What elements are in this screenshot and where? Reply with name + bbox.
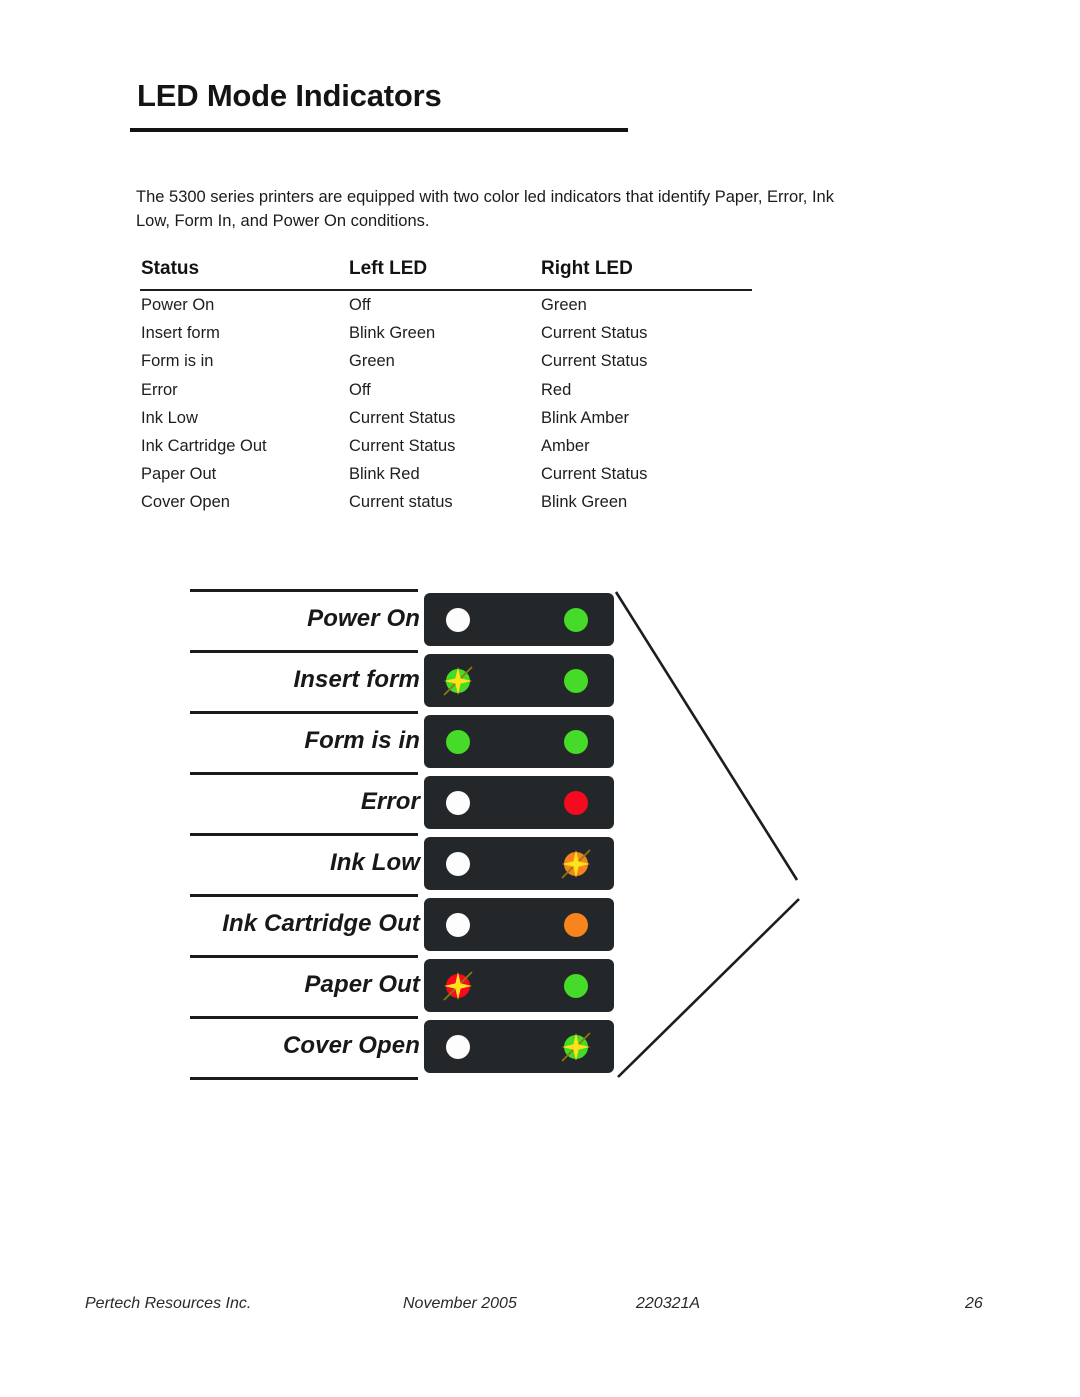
diagram-row: Power On bbox=[190, 589, 614, 650]
footer-company: Pertech Resources Inc. bbox=[85, 1295, 252, 1312]
diagram-row-label: Power On bbox=[307, 605, 420, 632]
callout-line-lower bbox=[617, 898, 800, 1078]
diagram-row: Paper Out bbox=[190, 955, 614, 1016]
footer-doc-number: 220321A bbox=[636, 1295, 701, 1312]
footer-page-number: 26 bbox=[965, 1295, 983, 1312]
diagram-row: Insert form bbox=[190, 650, 614, 711]
led-mode-diagram: Power On Insert form Form is in Error Ink Lo… bbox=[0, 0, 1080, 1397]
left-led-indicator bbox=[446, 608, 470, 632]
left-led-indicator bbox=[446, 1035, 470, 1059]
diagram-row-label: Ink Cartridge Out bbox=[222, 910, 420, 937]
led-panel bbox=[424, 654, 614, 707]
document-page: LED Mode Indicators The 5300 series prin… bbox=[0, 0, 1080, 1397]
callout-line-upper bbox=[614, 591, 799, 881]
diagram-row-label: Form is in bbox=[304, 727, 420, 754]
diagram-row-rule bbox=[190, 1016, 418, 1019]
diagram-row-rule bbox=[190, 833, 418, 836]
right-led-indicator bbox=[561, 1032, 591, 1062]
diagram-row-rule bbox=[190, 955, 418, 958]
page-footer: Pertech Resources Inc. November 2005 220… bbox=[85, 1295, 1005, 1317]
led-panel bbox=[424, 837, 614, 890]
diagram-row: Ink Low bbox=[190, 833, 614, 894]
right-led-indicator bbox=[561, 849, 591, 879]
led-panel bbox=[424, 1020, 614, 1073]
blink-sparkle-icon bbox=[443, 666, 473, 696]
diagram-row: Cover Open bbox=[190, 1016, 614, 1077]
diagram-row-rule bbox=[190, 894, 418, 897]
diagram-row: Error bbox=[190, 772, 614, 833]
right-led-indicator bbox=[564, 669, 588, 693]
right-led-indicator bbox=[564, 608, 588, 632]
led-panel bbox=[424, 959, 614, 1012]
diagram-row-label: Insert form bbox=[293, 666, 420, 693]
right-led-indicator bbox=[564, 913, 588, 937]
right-led-indicator bbox=[564, 791, 588, 815]
blink-sparkle-icon bbox=[443, 971, 473, 1001]
left-led-indicator bbox=[446, 791, 470, 815]
diagram-row-label: Cover Open bbox=[282, 1032, 420, 1059]
diagram-row: Form is in bbox=[190, 711, 614, 772]
diagram-row-rule bbox=[190, 650, 418, 653]
right-led-indicator bbox=[564, 730, 588, 754]
led-panel bbox=[424, 593, 614, 646]
diagram-row-label: Error bbox=[360, 788, 420, 815]
footer-date: November 2005 bbox=[403, 1295, 517, 1312]
led-panel bbox=[424, 776, 614, 829]
diagram-row: Ink Cartridge Out bbox=[190, 894, 614, 955]
left-led-indicator bbox=[446, 730, 470, 754]
right-led-indicator bbox=[564, 974, 588, 998]
left-led-indicator bbox=[446, 852, 470, 876]
left-led-indicator bbox=[446, 913, 470, 937]
diagram-row-rule bbox=[190, 772, 418, 775]
left-led-indicator bbox=[443, 971, 473, 1001]
led-panel bbox=[424, 898, 614, 951]
led-panel bbox=[424, 715, 614, 768]
diagram-row-rule bbox=[190, 589, 418, 592]
diagram-row-label: Ink Low bbox=[329, 849, 420, 876]
diagram-row-rule bbox=[190, 711, 418, 714]
left-led-indicator bbox=[443, 666, 473, 696]
diagram-row-label: Paper Out bbox=[304, 971, 420, 998]
blink-sparkle-icon bbox=[561, 849, 591, 879]
blink-sparkle-icon bbox=[561, 1032, 591, 1062]
diagram-bottom-rule bbox=[190, 1077, 418, 1080]
